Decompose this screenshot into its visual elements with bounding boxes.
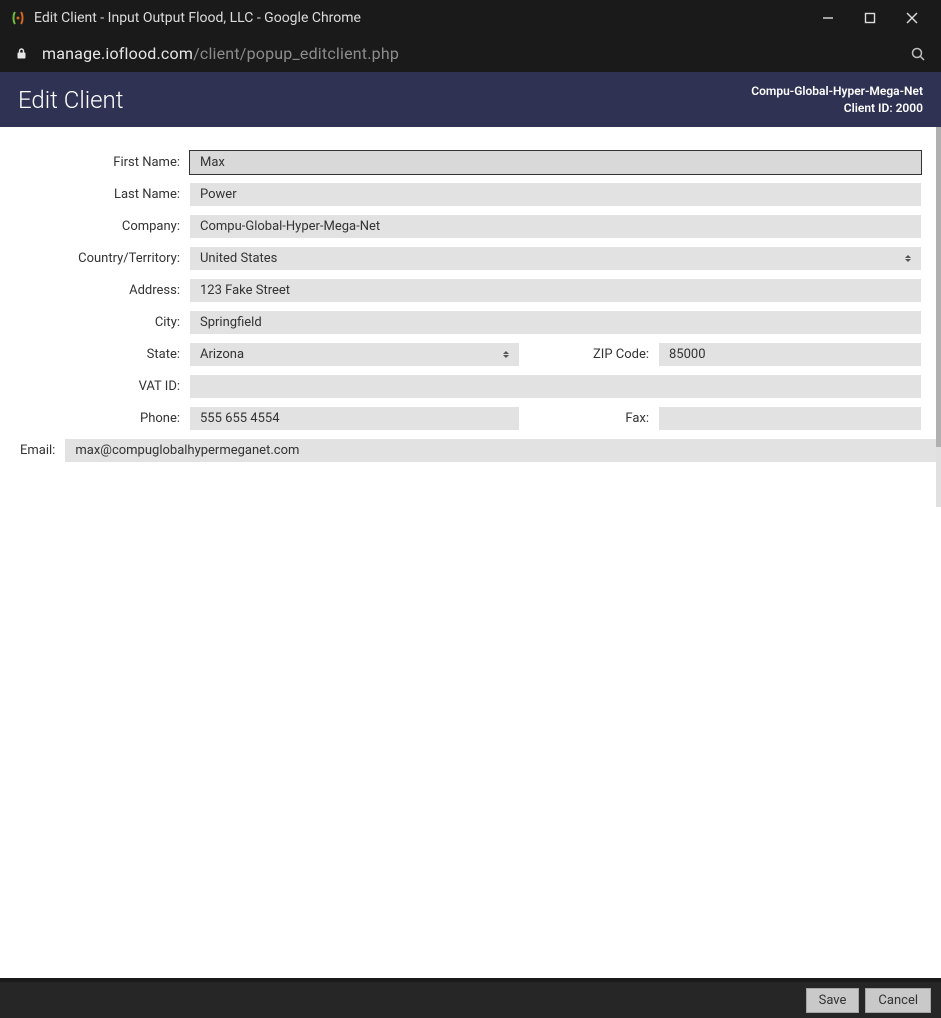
page-title: Edit Client [18, 86, 751, 114]
address-input[interactable] [190, 279, 921, 302]
zip-input[interactable] [659, 343, 921, 366]
save-button[interactable]: Save [806, 988, 860, 1013]
vat-input[interactable] [190, 375, 921, 398]
close-button[interactable] [905, 11, 919, 25]
url-path: /client/popup_editclient.php [193, 44, 399, 63]
url-host: manage.ioflood.com [42, 44, 193, 63]
fax-label: Fax: [519, 411, 659, 426]
state-select[interactable]: Arizona [190, 343, 519, 366]
phone-label: Phone: [20, 411, 190, 426]
email-input [65, 439, 941, 462]
address-bar: manage.ioflood.com/client/popup_editclie… [0, 35, 941, 72]
scrollbar-thumb[interactable] [936, 127, 941, 447]
window-titlebar: Edit Client - Input Output Flood, LLC - … [0, 0, 941, 35]
first-name-input[interactable] [190, 151, 921, 174]
country-select[interactable]: United States [190, 247, 921, 270]
last-name-input[interactable] [190, 183, 921, 206]
country-value: United States [200, 251, 277, 266]
company-input[interactable] [190, 215, 921, 238]
city-label: City: [20, 315, 190, 330]
page-header: Edit Client Compu-Global-Hyper-Mega-Net … [0, 72, 941, 127]
zip-label: ZIP Code: [519, 347, 659, 362]
maximize-button[interactable] [863, 11, 877, 25]
state-label: State: [20, 347, 190, 362]
url-text[interactable]: manage.ioflood.com/client/popup_editclie… [42, 44, 909, 63]
client-id: Client ID: 2000 [751, 100, 923, 116]
chevron-updown-icon [503, 349, 511, 361]
edit-client-form: First Name: Last Name: Company: Country/… [0, 127, 941, 462]
city-input[interactable] [190, 311, 921, 334]
search-icon[interactable] [909, 45, 927, 63]
client-meta: Compu-Global-Hyper-Mega-Net Client ID: 2… [751, 83, 923, 115]
company-label: Company: [20, 219, 190, 234]
client-name: Compu-Global-Hyper-Mega-Net [751, 83, 923, 99]
footer-bar: Save Cancel [0, 978, 941, 1018]
first-name-label: First Name: [20, 155, 190, 170]
last-name-label: Last Name: [20, 187, 190, 202]
phone-input[interactable] [190, 407, 519, 430]
email-label: Email: [20, 443, 65, 458]
fax-input[interactable] [659, 407, 921, 430]
window-title: Edit Client - Input Output Flood, LLC - … [34, 10, 821, 26]
country-label: Country/Territory: [20, 251, 190, 266]
lock-icon [14, 47, 28, 61]
scrollbar[interactable] [936, 127, 941, 507]
cancel-button[interactable]: Cancel [865, 988, 931, 1013]
chevron-updown-icon [905, 253, 913, 265]
app-favicon [10, 10, 26, 26]
vat-label: VAT ID: [20, 379, 190, 394]
address-label: Address: [20, 283, 190, 298]
state-value: Arizona [200, 347, 244, 362]
minimize-button[interactable] [821, 11, 835, 25]
